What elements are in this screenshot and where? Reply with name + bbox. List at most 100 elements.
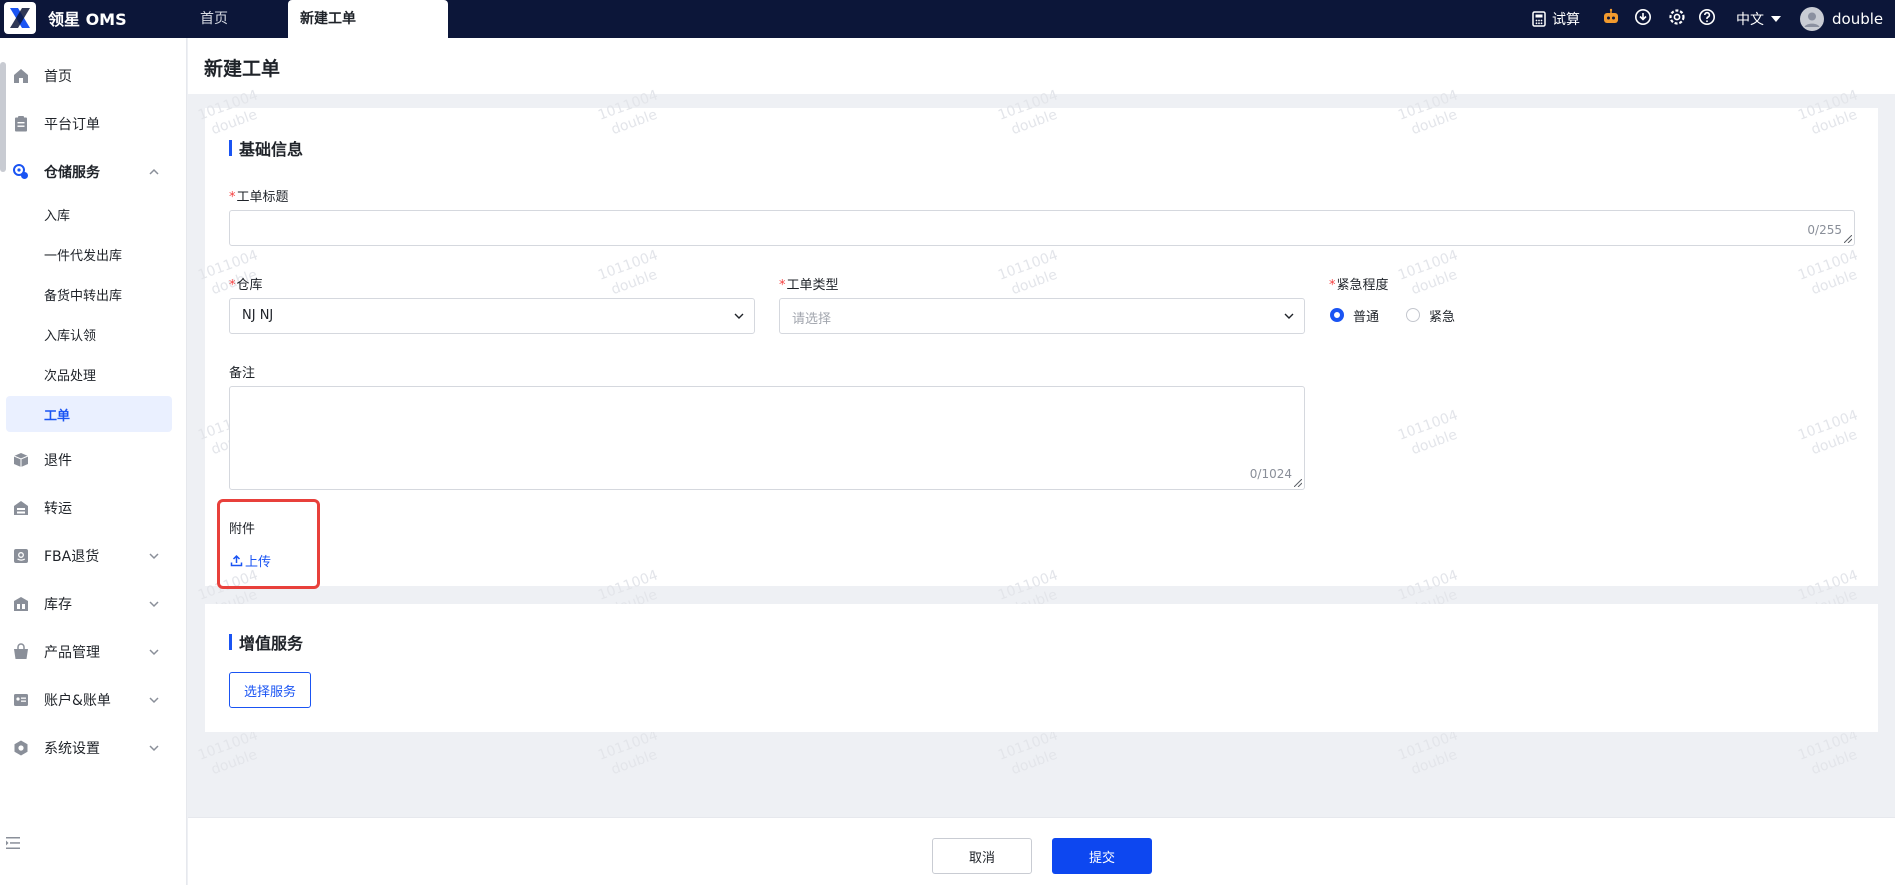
warehouse-value: NJ NJ (242, 308, 274, 323)
ticket-type-label: *工单类型 (779, 278, 839, 293)
sidebar-subitem-dropship-outbound[interactable]: 一件代发出库 (0, 236, 187, 272)
basic-info-card (205, 108, 1878, 586)
top-bar: 领星 OMS 首页 新建工单 试算 中文 double (0, 0, 1895, 38)
sidebar-item-label: 仓储服务 (44, 165, 100, 181)
watermark: 1011004double (596, 727, 661, 779)
sidebar-item-label: FBA退货 (44, 549, 100, 565)
resize-handle-icon[interactable] (1294, 479, 1302, 487)
ticket-type-placeholder: 请选择 (792, 312, 832, 327)
section-title-text: 基础信息 (239, 140, 304, 159)
ticket-type-select[interactable]: 请选择 (779, 298, 1305, 334)
robot-icon[interactable] (1602, 8, 1620, 26)
tab-new-ticket[interactable]: 新建工单 (288, 0, 448, 38)
remark-label: 备注 (229, 366, 256, 381)
watermark: 1011004double (1396, 727, 1461, 779)
page-title: 新建工单 (204, 58, 281, 80)
sidebar-item-warehouse-service[interactable]: 仓储服务 (0, 152, 187, 192)
user-menu[interactable]: double (1800, 0, 1883, 38)
footer-bar: 取消 提交 (188, 817, 1895, 885)
ticket-title-counter: 0/255 (1807, 223, 1842, 237)
ticket-title-label: *工单标题 (229, 190, 289, 205)
sidebar-item-label: 账户&账单 (44, 693, 111, 709)
sidebar-subitem-label: 入库认领 (44, 328, 97, 344)
caret-down-icon (1771, 16, 1781, 22)
amazon-icon (14, 549, 28, 563)
gear-icon[interactable] (1668, 8, 1686, 26)
chevron-down-icon (149, 649, 159, 656)
urgency-normal-radio[interactable] (1330, 308, 1344, 322)
cancel-button[interactable]: 取消 (932, 838, 1032, 874)
sidebar-item-fba-returns[interactable]: FBA退货 (0, 536, 187, 576)
sidebar-subitem-inbound[interactable]: 入库 (0, 196, 187, 232)
sidebar-item-products[interactable]: 产品管理 (0, 632, 187, 672)
help-icon[interactable] (1698, 8, 1716, 26)
section-title-value-added: 增值服务 (229, 630, 303, 654)
chevron-down-icon (149, 553, 159, 560)
warehouse-select[interactable]: NJ NJ (229, 298, 755, 334)
chevron-down-icon (734, 313, 744, 319)
required-mark: * (779, 278, 786, 293)
sidebar-subitem-transfer-outbound[interactable]: 备货中转出库 (0, 276, 187, 312)
sidebar-item-label: 库存 (44, 597, 72, 613)
sidebar-item-transfer[interactable]: 转运 (0, 488, 187, 528)
sidebar-item-accounts-billing[interactable]: 账户&账单 (0, 680, 187, 720)
sidebar-item-system-settings[interactable]: 系统设置 (0, 728, 187, 768)
chevron-down-icon (1284, 313, 1294, 319)
brand-name: 领星 OMS (48, 10, 127, 29)
sidebar-subitem-defective[interactable]: 次品处理 (0, 356, 187, 392)
return-box-icon (13, 453, 29, 467)
trial-calc-label: 试算 (1552, 12, 1580, 28)
username: double (1832, 10, 1884, 28)
tab-home[interactable]: 首页 (200, 0, 228, 38)
chevron-down-icon (149, 601, 159, 608)
section-accent-bar (229, 140, 232, 156)
sidebar-item-inventory[interactable]: 库存 (0, 584, 187, 624)
sidebar: 首页 平台订单 仓储服务 入库 一件代发出库 备货中转出库 入库认领 次品处理 … (0, 38, 187, 885)
watermark: 1011004double (1796, 727, 1861, 779)
submit-button[interactable]: 提交 (1052, 838, 1152, 874)
calculator-icon (1532, 11, 1546, 27)
section-accent-bar (229, 634, 232, 650)
sidebar-item-returns[interactable]: 退件 (0, 440, 187, 480)
section-title-basic-info: 基础信息 (229, 136, 303, 160)
product-icon (14, 643, 28, 659)
sidebar-item-label: 转运 (44, 501, 72, 517)
language-label: 中文 (1736, 12, 1764, 28)
sidebar-item-platform-orders[interactable]: 平台订单 (0, 104, 187, 144)
resize-handle-icon[interactable] (1844, 235, 1852, 243)
watermark: 1011004double (196, 727, 261, 779)
urgency-urgent-radio[interactable] (1406, 308, 1420, 322)
language-select[interactable]: 中文 (1736, 0, 1782, 38)
logo-icon[interactable] (4, 2, 36, 34)
account-icon (14, 694, 28, 706)
urgency-normal-label[interactable]: 普通 (1353, 306, 1379, 325)
ticket-title-input[interactable]: 0/255 (229, 210, 1855, 246)
collapse-menu-icon[interactable] (6, 836, 22, 850)
sidebar-item-label: 系统设置 (44, 741, 100, 757)
sidebar-subitem-label: 一件代发出库 (44, 248, 123, 264)
transfer-icon (14, 501, 28, 515)
warehouse-label: *仓库 (229, 278, 263, 293)
page-header: 新建工单 (188, 38, 1895, 94)
required-mark: * (229, 278, 236, 293)
chevron-down-icon (149, 745, 159, 752)
urgency-urgent-label[interactable]: 紧急 (1429, 306, 1455, 325)
select-service-button[interactable]: 选择服务 (229, 672, 311, 708)
sidebar-item-label: 平台订单 (44, 117, 100, 133)
trial-calc-button[interactable]: 试算 (1532, 0, 1580, 38)
settings-hex-icon (14, 740, 28, 756)
home-icon (14, 69, 28, 83)
remark-counter: 0/1024 (1249, 467, 1292, 481)
remark-textarea[interactable]: 0/1024 (229, 386, 1305, 490)
urgency-label: *紧急程度 (1329, 278, 1389, 293)
sidebar-item-label: 首页 (44, 69, 72, 85)
sidebar-subitem-label: 入库 (44, 208, 71, 224)
warehouse-service-icon (13, 164, 28, 179)
sidebar-item-home[interactable]: 首页 (0, 56, 187, 96)
sidebar-subitem-label: 次品处理 (44, 368, 97, 384)
sidebar-subitem-tickets[interactable]: 工单 (6, 396, 172, 432)
download-icon[interactable] (1634, 8, 1652, 26)
sidebar-subitem-label: 工单 (44, 408, 71, 424)
sidebar-subitem-inbound-claim[interactable]: 入库认领 (0, 316, 187, 352)
inventory-icon (14, 597, 28, 611)
